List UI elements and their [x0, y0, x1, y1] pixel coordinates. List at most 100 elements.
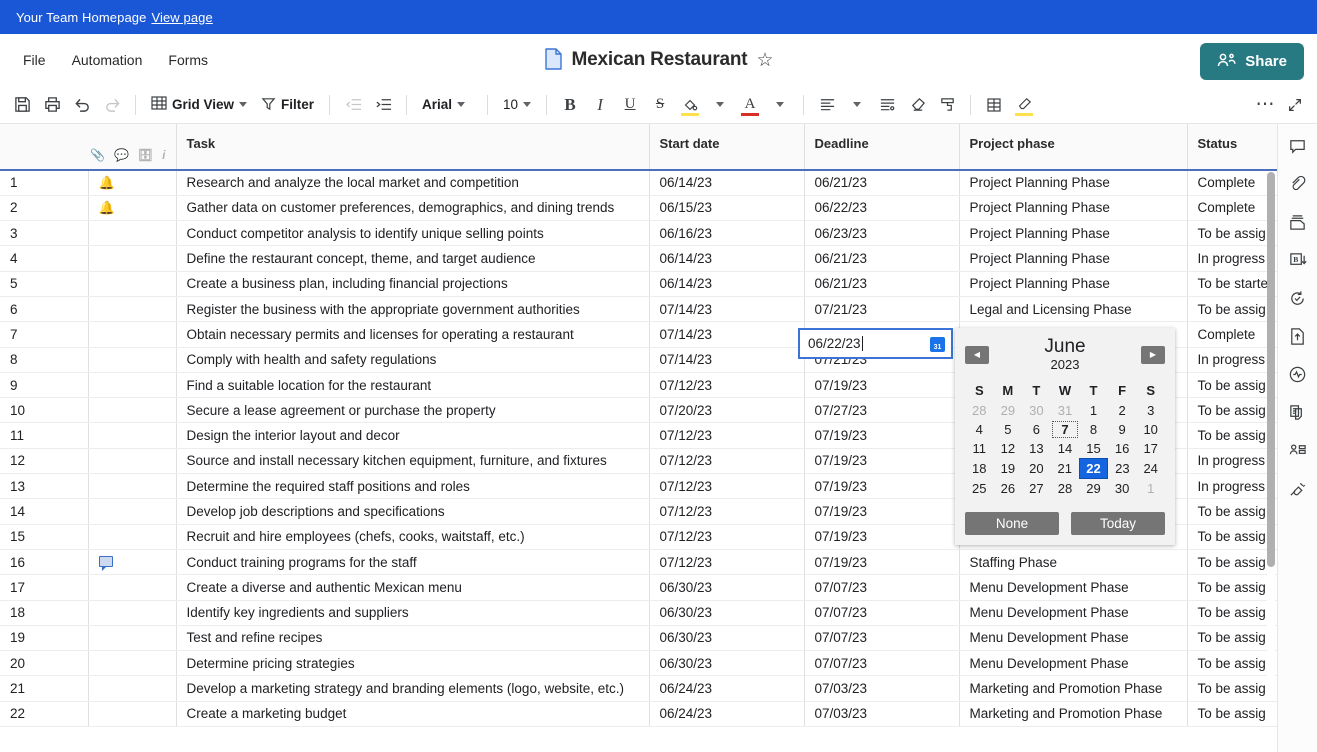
- cell-start-date[interactable]: 07/12/23: [649, 499, 804, 524]
- row-number[interactable]: 12: [0, 448, 88, 473]
- cell-status[interactable]: To be starte: [1187, 271, 1277, 296]
- font-family-selector[interactable]: Arial: [416, 91, 478, 119]
- cell-start-date[interactable]: 06/15/23: [649, 195, 804, 220]
- align-icon[interactable]: [813, 91, 841, 119]
- grid-view-selector[interactable]: Grid View: [145, 91, 253, 119]
- document-copy-icon[interactable]: [1284, 398, 1312, 426]
- reminder-bell-icon[interactable]: 🔔: [99, 175, 115, 190]
- cell-start-date[interactable]: 06/24/23: [649, 701, 804, 726]
- table-row[interactable]: 17Create a diverse and authentic Mexican…: [0, 575, 1277, 600]
- cell-task[interactable]: Develop job descriptions and specificati…: [176, 499, 649, 524]
- comment-icon[interactable]: [99, 556, 113, 567]
- cell-start-date[interactable]: 07/12/23: [649, 524, 804, 549]
- row-flag-cell[interactable]: [88, 676, 176, 701]
- calendar-day[interactable]: 25: [965, 479, 994, 499]
- cell-status[interactable]: To be assig: [1187, 221, 1277, 246]
- cell-task[interactable]: Develop a marketing strategy and brandin…: [176, 676, 649, 701]
- calendar-today-button[interactable]: Today: [1071, 512, 1165, 535]
- column-header-status[interactable]: Status: [1187, 124, 1277, 170]
- comment-icon[interactable]: [1284, 132, 1312, 160]
- row-flag-cell[interactable]: [88, 322, 176, 347]
- info-icon[interactable]: i: [162, 148, 165, 162]
- row-number[interactable]: 18: [0, 600, 88, 625]
- row-flag-cell[interactable]: 🔔: [88, 170, 176, 195]
- cell-status[interactable]: To be assig: [1187, 676, 1277, 701]
- cell-project-phase[interactable]: Legal and Licensing Phase: [959, 296, 1187, 321]
- row-flag-cell[interactable]: [88, 651, 176, 676]
- calendar-day[interactable]: 21: [1051, 459, 1080, 479]
- lock-icon[interactable]: 🗄: [138, 148, 153, 162]
- row-number[interactable]: 8: [0, 347, 88, 372]
- cell-status[interactable]: To be assig: [1187, 499, 1277, 524]
- cell-deadline[interactable]: 07/19/23: [804, 524, 959, 549]
- calendar-day[interactable]: 18: [965, 459, 994, 479]
- calendar-day[interactable]: 2: [1108, 401, 1137, 420]
- column-header-start-date[interactable]: Start date: [649, 124, 804, 170]
- cell-project-phase[interactable]: Project Planning Phase: [959, 221, 1187, 246]
- cell-status[interactable]: In progress: [1187, 246, 1277, 271]
- strikethrough-button[interactable]: S: [646, 91, 674, 119]
- row-number[interactable]: 11: [0, 423, 88, 448]
- cell-task[interactable]: Test and refine recipes: [176, 625, 649, 650]
- row-number[interactable]: 16: [0, 549, 88, 574]
- cell-start-date[interactable]: 07/12/23: [649, 448, 804, 473]
- cell-deadline[interactable]: 07/19/23: [804, 372, 959, 397]
- calendar-day[interactable]: 26: [994, 479, 1023, 499]
- cell-deadline[interactable]: 07/19/23: [804, 423, 959, 448]
- row-flag-cell[interactable]: [88, 701, 176, 726]
- calendar-day[interactable]: 11: [965, 439, 994, 459]
- table-row[interactable]: 2🔔Gather data on customer preferences, d…: [0, 195, 1277, 220]
- cell-task[interactable]: Gather data on customer preferences, dem…: [176, 195, 649, 220]
- filter-button[interactable]: Filter: [255, 91, 320, 119]
- table-row[interactable]: 16Conduct training programs for the staf…: [0, 549, 1277, 574]
- cell-start-date[interactable]: 06/30/23: [649, 600, 804, 625]
- cell-deadline[interactable]: 07/19/23: [804, 474, 959, 499]
- share-button[interactable]: Share: [1200, 43, 1304, 80]
- cell-deadline[interactable]: 07/07/23: [804, 625, 959, 650]
- cell-start-date[interactable]: 06/30/23: [649, 575, 804, 600]
- bold-button[interactable]: B: [556, 91, 584, 119]
- row-flag-cell[interactable]: [88, 448, 176, 473]
- table-row[interactable]: 19Test and refine recipes06/30/2307/07/2…: [0, 625, 1277, 650]
- cell-start-date[interactable]: 06/14/23: [649, 246, 804, 271]
- cell-start-date[interactable]: 07/14/23: [649, 296, 804, 321]
- cell-start-date[interactable]: 07/12/23: [649, 423, 804, 448]
- row-flag-cell[interactable]: [88, 499, 176, 524]
- row-flag-cell[interactable]: [88, 524, 176, 549]
- row-number[interactable]: 4: [0, 246, 88, 271]
- cell-status[interactable]: To be assig: [1187, 549, 1277, 574]
- calendar-day[interactable]: 3: [1136, 401, 1165, 420]
- cell-task[interactable]: Create a business plan, including financ…: [176, 271, 649, 296]
- cell-start-date[interactable]: 06/14/23: [649, 170, 804, 195]
- calendar-day[interactable]: 13: [1022, 439, 1051, 459]
- more-options-icon[interactable]: ⋯: [1251, 91, 1279, 119]
- cell-task[interactable]: Obtain necessary permits and licenses fo…: [176, 322, 649, 347]
- upload-file-icon[interactable]: [1284, 322, 1312, 350]
- text-color-button[interactable]: A: [736, 91, 764, 119]
- table-row[interactable]: 3Conduct competitor analysis to identify…: [0, 221, 1277, 246]
- cell-status[interactable]: To be assig: [1187, 701, 1277, 726]
- cell-start-date[interactable]: 06/14/23: [649, 271, 804, 296]
- cell-deadline[interactable]: 07/27/23: [804, 398, 959, 423]
- cell-status[interactable]: To be assig: [1187, 625, 1277, 650]
- cell-status[interactable]: To be assig: [1187, 600, 1277, 625]
- cell-task[interactable]: Secure a lease agreement or purchase the…: [176, 398, 649, 423]
- row-number[interactable]: 1: [0, 170, 88, 195]
- activity-icon[interactable]: [1284, 360, 1312, 388]
- contacts-icon[interactable]: [1284, 436, 1312, 464]
- cell-start-date[interactable]: 07/12/23: [649, 372, 804, 397]
- table-row[interactable]: 5Create a business plan, including finan…: [0, 271, 1277, 296]
- calendar-day[interactable]: 30: [1022, 401, 1051, 420]
- row-number[interactable]: 7: [0, 322, 88, 347]
- row-number[interactable]: 21: [0, 676, 88, 701]
- cell-project-phase[interactable]: Project Planning Phase: [959, 271, 1187, 296]
- calendar-day[interactable]: 30: [1108, 479, 1137, 499]
- cell-start-date[interactable]: 07/12/23: [649, 549, 804, 574]
- row-flag-cell[interactable]: [88, 296, 176, 321]
- fill-color-caret[interactable]: [706, 91, 734, 119]
- cell-task[interactable]: Determine the required staff positions a…: [176, 474, 649, 499]
- cell-project-phase[interactable]: Menu Development Phase: [959, 625, 1187, 650]
- row-number[interactable]: 19: [0, 625, 88, 650]
- refresh-check-icon[interactable]: [1284, 284, 1312, 312]
- cell-task[interactable]: Conduct competitor analysis to identify …: [176, 221, 649, 246]
